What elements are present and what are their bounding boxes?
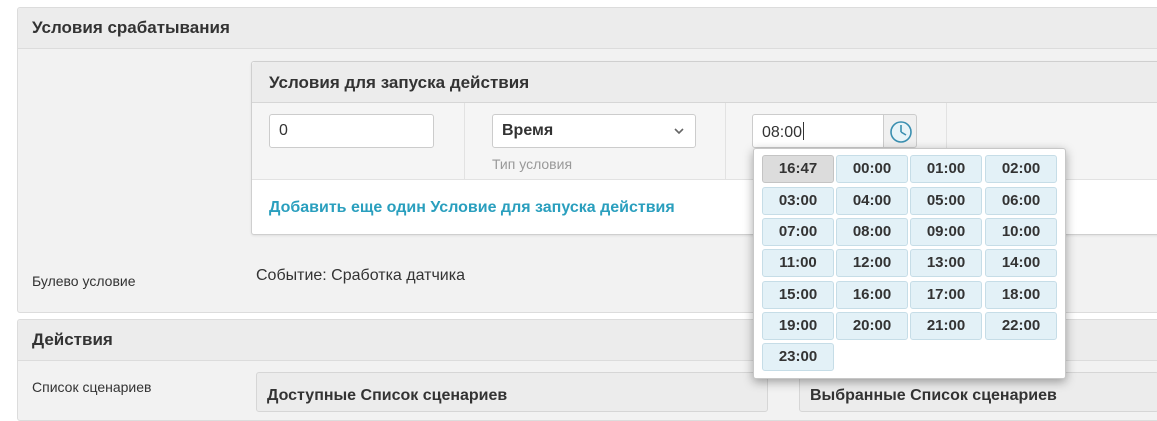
time-input[interactable]: 08:00	[752, 114, 884, 148]
time-slot[interactable]: 03:00	[762, 187, 834, 215]
time-slot[interactable]: 17:00	[910, 281, 982, 309]
actions-title: Действия	[32, 330, 113, 349]
time-slot[interactable]: 15:00	[762, 281, 834, 309]
time-slot[interactable]: 19:00	[762, 312, 834, 340]
time-slot-current[interactable]: 16:47	[762, 155, 834, 183]
column-divider	[464, 103, 465, 179]
time-slot[interactable]: 18:00	[985, 281, 1057, 309]
time-slot[interactable]: 13:00	[910, 249, 982, 277]
clock-icon	[890, 121, 912, 143]
time-slot[interactable]: 16:00	[836, 281, 908, 309]
time-slot[interactable]: 08:00	[836, 218, 908, 246]
trigger-conditions-title: Условия срабатывания	[32, 18, 230, 37]
time-picker-dropdown: 16:47 00:00 01:00 02:00 03:00 04:00 05:0…	[753, 148, 1066, 379]
bool-condition-label: Булево условие	[32, 273, 136, 289]
time-slot[interactable]: 00:00	[836, 155, 908, 183]
time-picker-button[interactable]	[883, 114, 917, 148]
condition-type-selected: Время	[502, 122, 554, 139]
available-scenarios-header: Доступные Список сценариев	[256, 372, 768, 412]
launch-conditions-title: Условия для запуска действия	[269, 73, 530, 92]
time-slot[interactable]: 04:00	[836, 187, 908, 215]
condition-type-hint: Тип условия	[492, 156, 573, 172]
launch-conditions-header: Условия для запуска действия	[252, 62, 1157, 103]
time-slot[interactable]: 14:00	[985, 249, 1057, 277]
scenarios-label: Список сценариев	[32, 379, 152, 395]
time-slot[interactable]: 20:00	[836, 312, 908, 340]
time-slot[interactable]: 02:00	[985, 155, 1057, 183]
time-slot[interactable]: 09:00	[910, 218, 982, 246]
time-slot[interactable]: 01:00	[910, 155, 982, 183]
time-input-text: 08:00	[762, 124, 803, 141]
time-slot[interactable]: 10:00	[985, 218, 1057, 246]
time-slot[interactable]: 11:00	[762, 249, 834, 277]
condition-value-input[interactable]: 0	[269, 114, 434, 148]
bool-condition-value: Событие: Сработка датчика	[256, 267, 465, 284]
time-slot[interactable]: 21:00	[910, 312, 982, 340]
chevron-down-icon	[674, 128, 684, 135]
column-divider	[725, 103, 726, 179]
time-slot[interactable]: 22:00	[985, 312, 1057, 340]
time-slot[interactable]: 06:00	[985, 187, 1057, 215]
condition-type-select[interactable]: Время	[492, 114, 696, 148]
time-slot[interactable]: 12:00	[836, 249, 908, 277]
add-condition-link[interactable]: Добавить еще один Условие для запуска де…	[269, 199, 675, 217]
time-slot[interactable]: 23:00	[762, 343, 834, 371]
condition-value-text: 0	[279, 122, 288, 139]
time-slot[interactable]: 05:00	[910, 187, 982, 215]
text-caret	[803, 122, 805, 140]
trigger-conditions-header: Условия срабатывания	[18, 8, 1157, 49]
time-slot[interactable]: 07:00	[762, 218, 834, 246]
